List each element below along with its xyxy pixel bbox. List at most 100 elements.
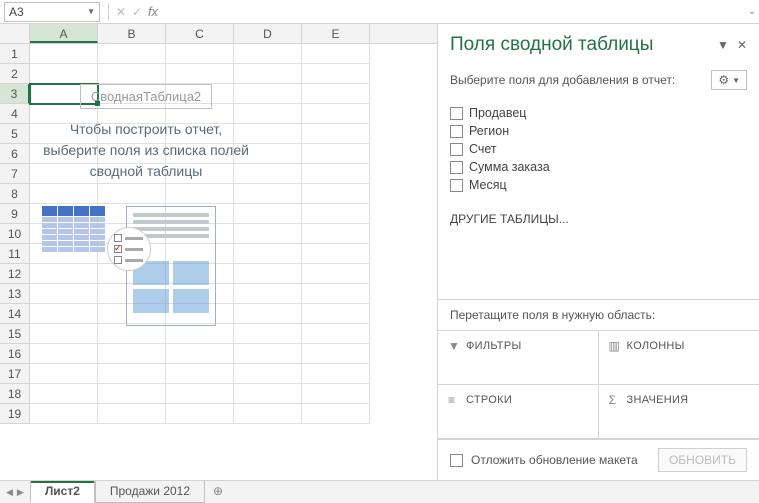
sheet-tab[interactable]: Лист2 [30,481,95,503]
cell[interactable] [234,344,302,364]
row-header[interactable]: 3 [0,84,30,104]
cell[interactable] [302,84,370,104]
cell[interactable] [234,64,302,84]
cell[interactable] [98,64,166,84]
cell[interactable] [302,264,370,284]
row-header[interactable]: 10 [0,224,30,244]
cell[interactable] [30,324,98,344]
cell[interactable] [302,404,370,424]
cell[interactable] [98,384,166,404]
columns-drop-zone[interactable]: ▥КОЛОННЫ [599,331,759,385]
cell[interactable] [98,404,166,424]
cell[interactable] [302,244,370,264]
field-checkbox[interactable] [450,107,463,120]
cell[interactable] [234,324,302,344]
row-header[interactable]: 5 [0,124,30,144]
expand-formula-icon[interactable]: ⌄ [745,6,759,17]
cell[interactable] [302,284,370,304]
field-checkbox[interactable] [450,179,463,192]
row-header[interactable]: 9 [0,204,30,224]
cell[interactable] [166,364,234,384]
cell[interactable] [166,404,234,424]
cell[interactable] [234,364,302,384]
cell[interactable] [302,324,370,344]
row-header[interactable]: 17 [0,364,30,384]
chevron-down-icon[interactable]: ▼ [87,7,95,16]
cell[interactable] [98,44,166,64]
row-header[interactable]: 12 [0,264,30,284]
column-header[interactable]: B [98,24,166,43]
pane-menu-icon[interactable]: ▼ [717,38,729,52]
cell[interactable] [302,344,370,364]
cell[interactable] [30,364,98,384]
rows-drop-zone[interactable]: ≡СТРОКИ [438,385,599,439]
cell[interactable] [30,44,98,64]
cell[interactable] [302,104,370,124]
row-header[interactable]: 2 [0,64,30,84]
cell[interactable] [98,324,166,344]
cell[interactable] [234,404,302,424]
column-header[interactable]: C [166,24,234,43]
row-header[interactable]: 19 [0,404,30,424]
cell[interactable] [302,224,370,244]
field-item[interactable]: Сумма заказа [450,158,747,176]
cell[interactable] [30,404,98,424]
sheet-tab[interactable]: Продажи 2012 [95,481,205,503]
cell[interactable] [302,184,370,204]
add-sheet-button[interactable]: ⊕ [205,481,231,503]
name-box[interactable]: A3 ▼ [4,2,100,22]
cell[interactable] [302,364,370,384]
tab-nav[interactable]: ◀▶ [0,481,30,503]
cell[interactable] [166,344,234,364]
cell[interactable] [302,384,370,404]
cell[interactable] [302,304,370,324]
cell[interactable] [166,44,234,64]
row-header[interactable]: 14 [0,304,30,324]
cell[interactable] [302,204,370,224]
cell[interactable] [166,324,234,344]
column-header[interactable]: D [234,24,302,43]
row-header[interactable]: 16 [0,344,30,364]
field-item[interactable]: Продавец [450,104,747,122]
field-item[interactable]: Счет [450,140,747,158]
cell[interactable] [302,164,370,184]
row-header[interactable]: 8 [0,184,30,204]
row-header[interactable]: 15 [0,324,30,344]
cell[interactable] [234,44,302,64]
field-checkbox[interactable] [450,161,463,174]
column-header[interactable]: E [302,24,370,43]
cell[interactable] [166,64,234,84]
row-header[interactable]: 7 [0,164,30,184]
row-header[interactable]: 11 [0,244,30,264]
values-drop-zone[interactable]: ΣЗНАЧЕНИЯ [599,385,759,439]
field-checkbox[interactable] [450,125,463,138]
defer-layout-checkbox[interactable] [450,454,463,467]
other-tables-link[interactable]: ДРУГИЕ ТАБЛИЦЫ... [438,202,759,236]
cell[interactable] [30,384,98,404]
spreadsheet-grid[interactable]: A B C D E 12345678910111213141516171819 … [0,24,438,480]
settings-button[interactable]: ⚙ ▼ [711,70,747,90]
field-checkbox[interactable] [450,143,463,156]
formula-input[interactable] [161,2,745,22]
cell[interactable] [234,384,302,404]
field-item[interactable]: Регион [450,122,747,140]
close-icon[interactable]: ✕ [737,38,747,52]
fx-icon[interactable]: fx [145,4,161,19]
field-item[interactable]: Месяц [450,176,747,194]
column-header[interactable]: A [30,24,98,43]
select-all-corner[interactable] [0,24,30,43]
row-header[interactable]: 18 [0,384,30,404]
cell[interactable] [30,64,98,84]
cell[interactable] [302,144,370,164]
row-header[interactable]: 1 [0,44,30,64]
cell[interactable] [98,364,166,384]
cell[interactable] [302,124,370,144]
row-header[interactable]: 13 [0,284,30,304]
cell[interactable] [30,344,98,364]
cell[interactable] [98,344,166,364]
cell[interactable] [302,64,370,84]
filters-drop-zone[interactable]: ▼ФИЛЬТРЫ [438,331,599,385]
cell[interactable] [302,44,370,64]
cell[interactable] [166,384,234,404]
row-header[interactable]: 6 [0,144,30,164]
